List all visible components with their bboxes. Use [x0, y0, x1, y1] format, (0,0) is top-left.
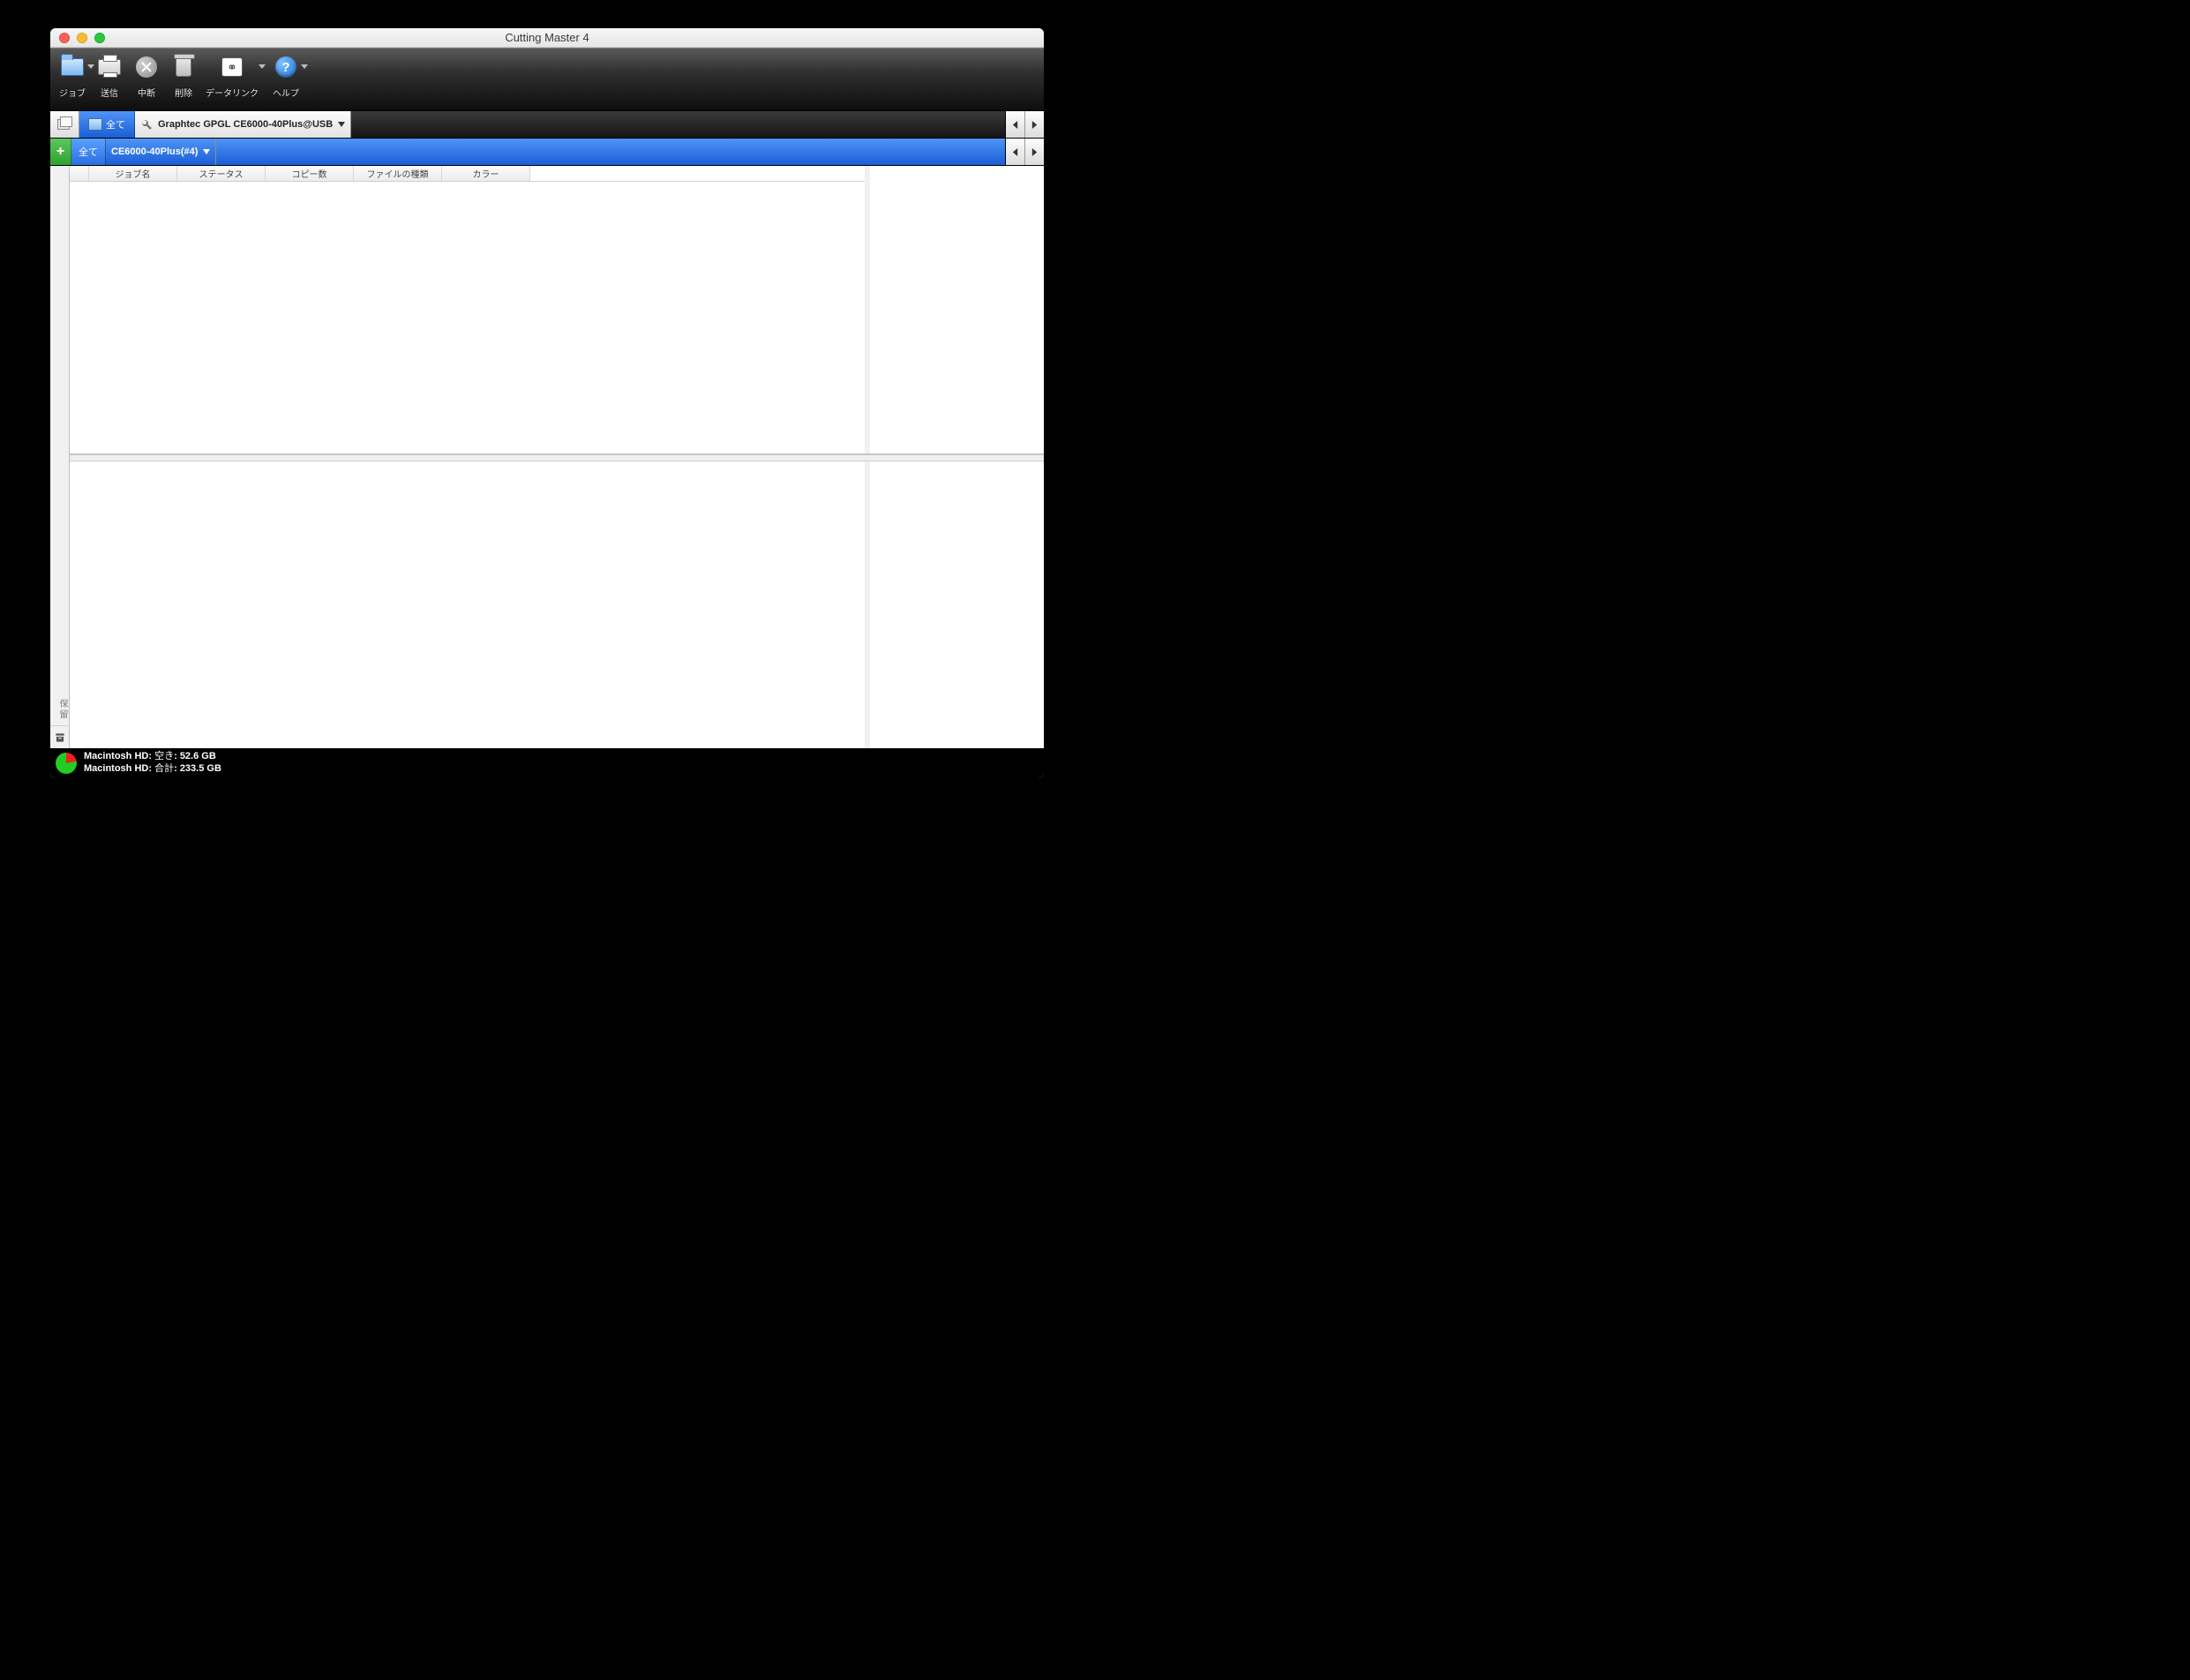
device-scroll-arrows	[1005, 111, 1044, 138]
trash-icon	[170, 54, 197, 80]
queue-all-tab[interactable]: 全て	[71, 139, 106, 165]
datalink-button[interactable]: ⚭ データリンク	[204, 52, 260, 99]
add-device-button[interactable]	[50, 111, 79, 138]
column-file-type[interactable]: ファイルの種類	[354, 166, 442, 181]
window-title: Cutting Master 4	[50, 31, 1044, 44]
device-icon	[56, 116, 73, 133]
device-scroll-right-button[interactable]	[1024, 111, 1044, 138]
archive-icon[interactable]	[50, 725, 70, 748]
device-all-tab-label: 全て	[106, 117, 125, 131]
datalink-button-label: データリンク	[206, 86, 259, 99]
hold-rail: 保留	[50, 461, 70, 749]
job-button-label: ジョブ	[59, 86, 86, 99]
titlebar: Cutting Master 4	[50, 28, 1044, 48]
status-bar: Macintosh HD: 空き: 52.6 GB Macintosh HD: …	[50, 748, 1044, 778]
app-window: Cutting Master 4 ジョブ 送信 中断 削除	[50, 28, 1044, 778]
printer-icon	[96, 54, 123, 80]
column-icon[interactable]	[70, 166, 89, 181]
chevron-down-icon	[301, 64, 308, 69]
queue-scroll-left-button[interactable]	[1005, 139, 1024, 165]
output-pane: 出力 ジョブ名 ステータス コピー数 ファイルの種類 カラー	[50, 166, 1044, 454]
delete-button-label: 削除	[175, 86, 192, 99]
main-area: 出力 ジョブ名 ステータス コピー数 ファイルの種類 カラー	[50, 166, 1044, 748]
output-side-rail	[50, 166, 70, 484]
queue-dropdown[interactable]: CE6000-40Plus(#4)	[106, 139, 216, 165]
column-copies[interactable]: コピー数	[266, 166, 354, 181]
hold-preview-panel	[870, 461, 1044, 749]
queue-scroll-arrows	[1005, 139, 1044, 165]
hold-rail-label[interactable]: 保留	[50, 694, 69, 725]
output-preview-panel	[870, 166, 1044, 454]
job-button[interactable]: ジョブ	[56, 52, 89, 99]
abort-button-label: 中断	[138, 86, 155, 99]
chevron-down-icon	[259, 64, 266, 69]
column-headers: ジョブ名 ステータス コピー数 ファイルの種類 カラー	[70, 166, 865, 182]
disk-usage-chart-icon	[56, 753, 77, 774]
device-dropdown-label: Graphtec GPGL CE6000-40Plus@USB	[158, 119, 333, 130]
help-button[interactable]: ? ヘルプ	[269, 52, 303, 99]
device-scroll-left-button[interactable]	[1005, 111, 1024, 138]
column-color[interactable]: カラー	[442, 166, 530, 181]
send-button[interactable]: 送信	[93, 52, 126, 99]
folder-open-icon	[59, 54, 86, 80]
add-queue-button[interactable]: +	[50, 139, 71, 165]
device-all-tab[interactable]: 全て	[79, 111, 135, 138]
disk-free-line: Macintosh HD: 空き: 52.6 GB	[84, 751, 221, 763]
column-job-name[interactable]: ジョブ名	[89, 166, 177, 181]
disk-total-line: Macintosh HD: 合計: 233.5 GB	[84, 763, 221, 776]
queue-all-tab-label: 全て	[79, 145, 98, 159]
main-toolbar: ジョブ 送信 中断 削除 ⚭ データリンク	[50, 48, 1044, 111]
output-job-list[interactable]: ジョブ名 ステータス コピー数 ファイルの種類 カラー	[70, 166, 870, 454]
queue-dropdown-label: CE6000-40Plus(#4)	[111, 146, 198, 157]
hold-pane: 保留	[50, 461, 1044, 749]
queue-scroll-right-button[interactable]	[1024, 139, 1044, 165]
column-status[interactable]: ステータス	[177, 166, 266, 181]
queue-strip: + 全て CE6000-40Plus(#4)	[50, 139, 1044, 166]
chevron-down-icon	[338, 122, 345, 127]
send-button-label: 送信	[101, 86, 118, 99]
help-icon: ?	[273, 54, 299, 80]
horizontal-splitter[interactable]	[50, 454, 1044, 461]
stop-icon	[133, 54, 160, 80]
folder-icon	[88, 118, 102, 131]
chevron-down-icon	[203, 149, 210, 154]
link-icon: ⚭	[219, 54, 245, 80]
wrench-icon	[140, 118, 153, 131]
delete-button[interactable]: 削除	[167, 52, 200, 99]
device-strip: 全て Graphtec GPGL CE6000-40Plus@USB	[50, 111, 1044, 139]
abort-button[interactable]: 中断	[130, 52, 163, 99]
device-dropdown[interactable]: Graphtec GPGL CE6000-40Plus@USB	[135, 111, 351, 138]
help-button-label: ヘルプ	[273, 86, 299, 99]
hold-job-list[interactable]	[70, 461, 870, 749]
